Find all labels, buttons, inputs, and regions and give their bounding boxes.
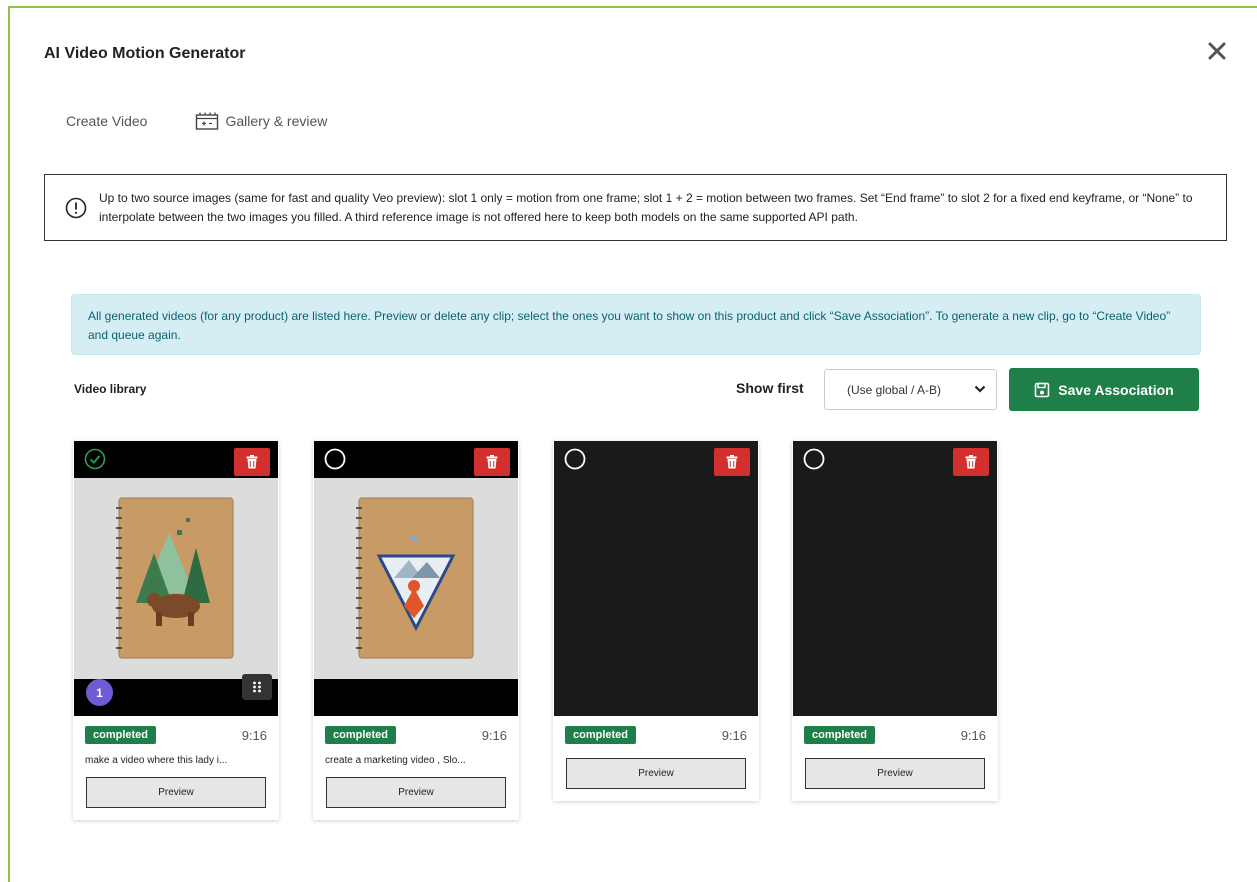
video-thumbnail[interactable]: [554, 441, 758, 716]
trash-icon: [965, 455, 977, 469]
video-card: completed 9:16 Preview: [792, 441, 998, 801]
aspect-ratio: 9:16: [481, 727, 507, 743]
delete-video-button[interactable]: [714, 448, 750, 476]
video-thumbnail[interactable]: 1: [74, 441, 278, 716]
video-card-body: completed 9:16 Preview: [792, 716, 998, 801]
aspect-ratio: 9:16: [241, 727, 267, 743]
unselected-circle-icon[interactable]: [564, 448, 586, 470]
save-association-label: Save Association: [1058, 381, 1174, 398]
aspect-ratio: 9:16: [721, 727, 747, 743]
tab-create-video-label: Create Video: [66, 113, 148, 129]
video-prompt: make a video where this lady i...: [85, 755, 228, 766]
preview-button[interactable]: Preview: [86, 777, 266, 808]
tab-gallery-review-label: Gallery & review: [225, 113, 328, 129]
modal-title: AI Video Motion Generator: [44, 45, 246, 62]
aspect-ratio: 9:16: [960, 727, 986, 743]
selected-check-icon[interactable]: [84, 448, 106, 470]
order-badge: 1: [86, 679, 113, 706]
trash-icon: [726, 455, 738, 469]
status-badge: completed: [325, 726, 397, 744]
video-card: 1 completed 9:16 make a video where this…: [73, 441, 279, 820]
trash-icon: [486, 455, 498, 469]
info-notice: Up to two source images (same for fast a…: [44, 174, 1227, 241]
save-association-button[interactable]: Save Association: [1009, 368, 1199, 411]
delete-video-button[interactable]: [953, 448, 989, 476]
tab-create-video[interactable]: Create Video: [66, 113, 147, 129]
video-thumbnail[interactable]: [314, 441, 518, 716]
chevron-down-icon: [974, 385, 986, 393]
tab-bar: Create Video Gallery & review: [66, 112, 327, 130]
video-card-body: completed 9:16 Preview: [553, 716, 759, 801]
video-library-label: Video library: [74, 382, 147, 396]
video-card-body: completed 9:16 make a video where this l…: [73, 716, 279, 820]
thumbnail-image: [314, 478, 518, 679]
status-badge: completed: [565, 726, 637, 744]
unselected-circle-icon[interactable]: [803, 448, 825, 470]
gallery-help-alert: All generated videos (for any product) a…: [71, 294, 1201, 355]
trash-icon: [246, 455, 258, 469]
close-icon[interactable]: [1206, 40, 1228, 62]
tab-gallery-review[interactable]: Gallery & review: [195, 112, 327, 130]
video-card: completed 9:16 Preview: [553, 441, 759, 801]
show-first-value: (Use global / A-B): [847, 382, 942, 397]
unselected-circle-icon[interactable]: [324, 448, 346, 470]
video-card-body: completed 9:16 create a marketing video …: [313, 716, 519, 820]
floppy-disk-icon: [1034, 382, 1050, 397]
thumbnail-image: [74, 478, 278, 679]
video-card: completed 9:16 create a marketing video …: [313, 441, 519, 820]
show-first-select[interactable]: (Use global / A-B): [824, 369, 997, 410]
video-thumbnail[interactable]: [793, 441, 997, 716]
video-prompt: create a marketing video , Slo...: [325, 755, 466, 766]
drag-handle-icon[interactable]: [242, 674, 272, 700]
delete-video-button[interactable]: [474, 448, 510, 476]
status-badge: completed: [85, 726, 157, 744]
preview-button[interactable]: Preview: [326, 777, 506, 808]
status-badge: completed: [804, 726, 876, 744]
exclamation-circle-icon: [65, 197, 87, 218]
preview-button[interactable]: Preview: [805, 758, 985, 789]
gallery-icon: [196, 112, 219, 130]
delete-video-button[interactable]: [234, 448, 270, 476]
show-first-label: Show first: [736, 380, 804, 396]
preview-button[interactable]: Preview: [566, 758, 746, 789]
info-notice-text: Up to two source images (same for fast a…: [99, 190, 1193, 224]
